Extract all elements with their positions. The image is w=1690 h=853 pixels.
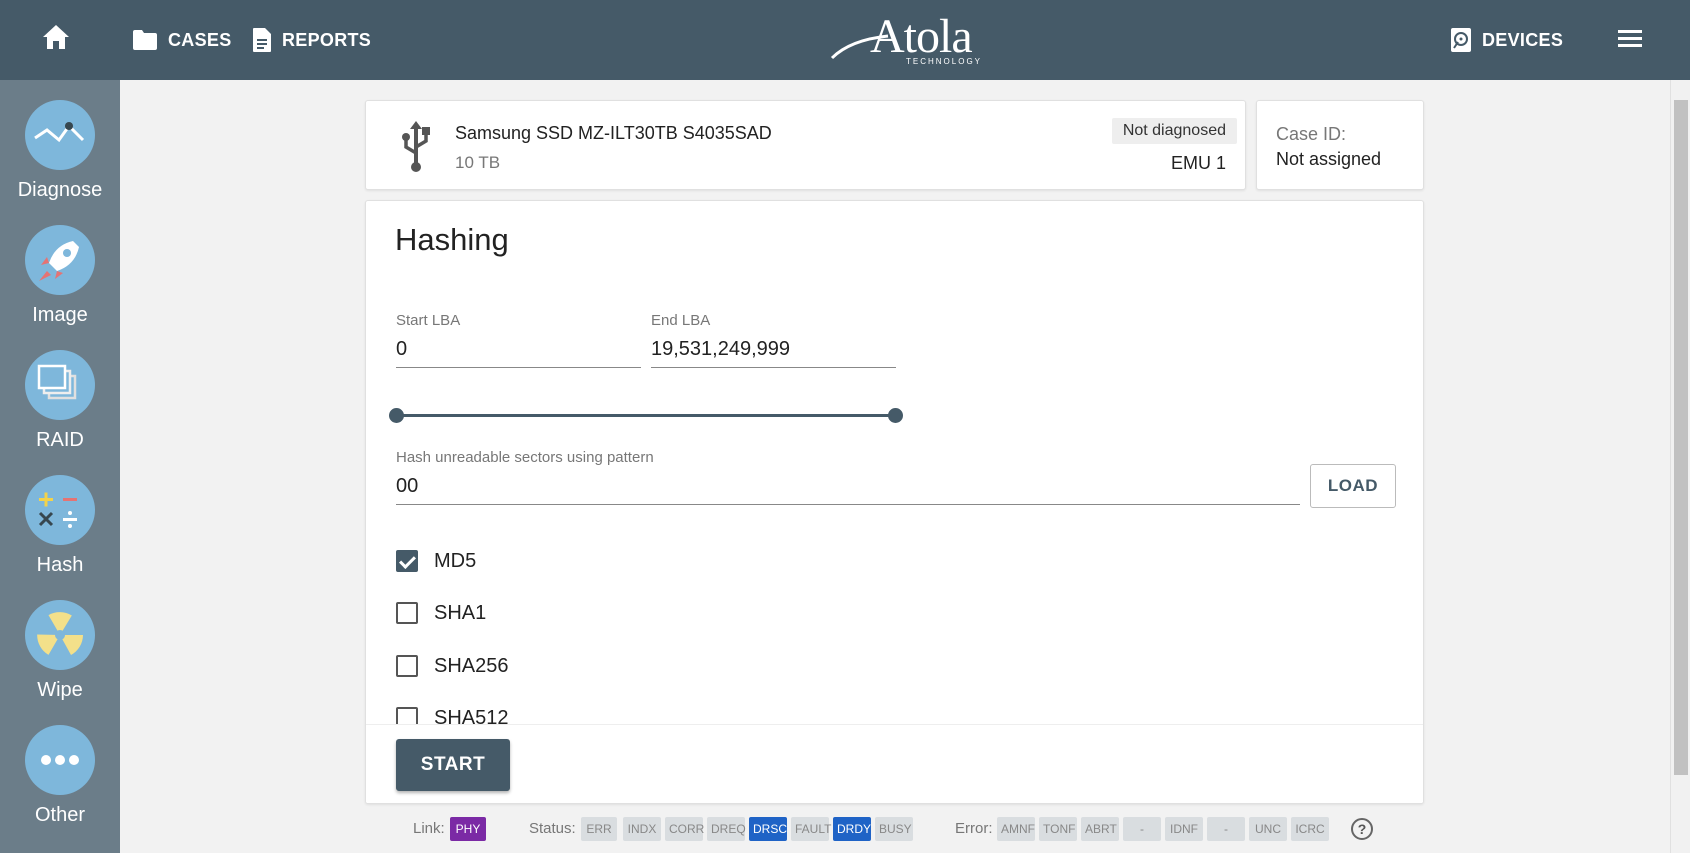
scrollbar[interactable] xyxy=(1670,80,1690,853)
checkbox-label: MD5 xyxy=(434,549,477,572)
device-size: 10 TB xyxy=(455,153,501,172)
nav-devices[interactable]: DEVICES xyxy=(1450,26,1563,54)
checkbox-md5[interactable]: MD5 xyxy=(396,548,476,574)
help-icon[interactable]: ? xyxy=(1351,818,1373,840)
case-id-value: Not assigned xyxy=(1276,149,1382,169)
link-chip: PHY xyxy=(450,817,486,841)
usb-icon xyxy=(396,119,436,178)
calculator-icon xyxy=(25,475,95,545)
device-name: Samsung SSD MZ-ILT30TB S4035SAD xyxy=(455,123,772,143)
hard-drive-icon xyxy=(1451,28,1471,52)
scrollbar-thumb[interactable] xyxy=(1674,100,1688,775)
nav-reports-label: REPORTS xyxy=(282,29,372,50)
page-title: Hashing xyxy=(395,222,509,257)
status-chip: INDX xyxy=(623,817,661,841)
checkbox-sha256[interactable]: SHA256 xyxy=(396,653,509,679)
sidebar-item-label: Hash xyxy=(36,554,84,576)
status-label: Status: xyxy=(529,820,576,837)
sidebar-item-label: Diagnose xyxy=(17,179,103,201)
status-chip: ERR xyxy=(581,817,617,841)
load-button[interactable]: LOAD xyxy=(1310,464,1396,508)
error-chip: ABRT xyxy=(1081,817,1119,841)
nav-cases[interactable]: CASES xyxy=(132,26,232,54)
sidebar-item-raid[interactable]: RAID xyxy=(0,350,120,470)
document-icon xyxy=(253,28,271,52)
action-bar: START xyxy=(366,724,1423,803)
status-chip: CORR xyxy=(665,817,704,841)
case-card[interactable]: Case ID: Not assigned xyxy=(1256,100,1424,190)
rocket-icon xyxy=(25,225,95,295)
hashing-card: Hashing Start LBA End LBA Hash unreadabl… xyxy=(365,200,1424,804)
checkbox-unchecked[interactable] xyxy=(396,655,418,677)
sidebar: Diagnose Image RAID Hash Wipe Other xyxy=(0,80,120,853)
sidebar-item-image[interactable]: Image xyxy=(0,225,120,345)
sidebar-item-label: RAID xyxy=(36,429,84,451)
sidebar-item-label: Image xyxy=(32,304,88,326)
nav-devices-label: DEVICES xyxy=(1482,29,1564,50)
atola-logo: Atola TECHNOLOGY xyxy=(830,12,982,68)
end-lba-label: End LBA xyxy=(651,312,711,329)
link-label: Link: xyxy=(413,820,445,837)
pattern-label: Hash unreadable sectors using pattern xyxy=(396,449,654,466)
top-bar: CASES REPORTS Atola TECHNOLOGY DEVICES xyxy=(0,0,1690,80)
slider-start-handle[interactable] xyxy=(389,408,404,423)
sidebar-item-wipe[interactable]: Wipe xyxy=(0,600,120,720)
status-chip: FAULT xyxy=(791,817,831,841)
error-label: Error: xyxy=(955,820,993,837)
error-chip: UNC xyxy=(1249,817,1287,841)
checkbox-unchecked[interactable] xyxy=(396,602,418,624)
raid-icon xyxy=(25,350,95,420)
sidebar-item-label: Wipe xyxy=(37,679,83,701)
nav-reports[interactable]: REPORTS xyxy=(252,26,371,54)
device-card: Samsung SSD MZ-ILT30TB S4035SAD 10 TB No… xyxy=(365,100,1246,190)
home-icon[interactable] xyxy=(42,24,78,56)
checkbox-sha1[interactable]: SHA1 xyxy=(396,600,486,626)
more-icon xyxy=(25,725,95,795)
pattern-input[interactable] xyxy=(396,475,1300,505)
status-chip-active: DRSC xyxy=(749,817,787,841)
end-lba-input[interactable] xyxy=(651,338,896,368)
status-chip-active: DRDY xyxy=(833,817,871,841)
case-id-label: Case ID: xyxy=(1276,124,1347,144)
sidebar-item-hash[interactable]: Hash xyxy=(0,475,120,595)
nav-cases-label: CASES xyxy=(168,29,232,50)
start-lba-label: Start LBA xyxy=(396,312,461,329)
slider-end-handle[interactable] xyxy=(888,408,903,423)
device-emu: EMU 1 xyxy=(1170,153,1226,173)
status-chip: BUSY xyxy=(875,817,913,841)
folder-icon xyxy=(133,30,157,50)
error-chip: - xyxy=(1207,817,1245,841)
lba-range-slider[interactable] xyxy=(396,414,896,417)
status-strip: Link: PHY Status: ERR INDX CORR DREQ DRS… xyxy=(0,815,1690,841)
logo-word: Atola xyxy=(870,10,973,63)
checkbox-label: SHA256 xyxy=(434,654,509,677)
status-badge: Not diagnosed xyxy=(1111,118,1237,144)
radiation-icon xyxy=(25,600,95,670)
error-chip: TONF xyxy=(1039,817,1077,841)
menu-icon[interactable] xyxy=(1618,28,1642,52)
logo-sub: TECHNOLOGY xyxy=(906,57,983,66)
sidebar-item-diagnose[interactable]: Diagnose xyxy=(0,100,120,220)
diagnose-icon xyxy=(25,100,95,170)
checkbox-label: SHA1 xyxy=(434,601,487,624)
start-lba-input[interactable] xyxy=(396,338,641,368)
error-chip: ICRC xyxy=(1291,817,1329,841)
start-button[interactable]: START xyxy=(396,739,510,791)
status-chip: DREQ xyxy=(707,817,746,841)
checkbox-checked[interactable] xyxy=(396,550,418,572)
error-chip: IDNF xyxy=(1165,817,1203,841)
error-chip: AMNF xyxy=(997,817,1035,841)
error-chip: - xyxy=(1123,817,1161,841)
